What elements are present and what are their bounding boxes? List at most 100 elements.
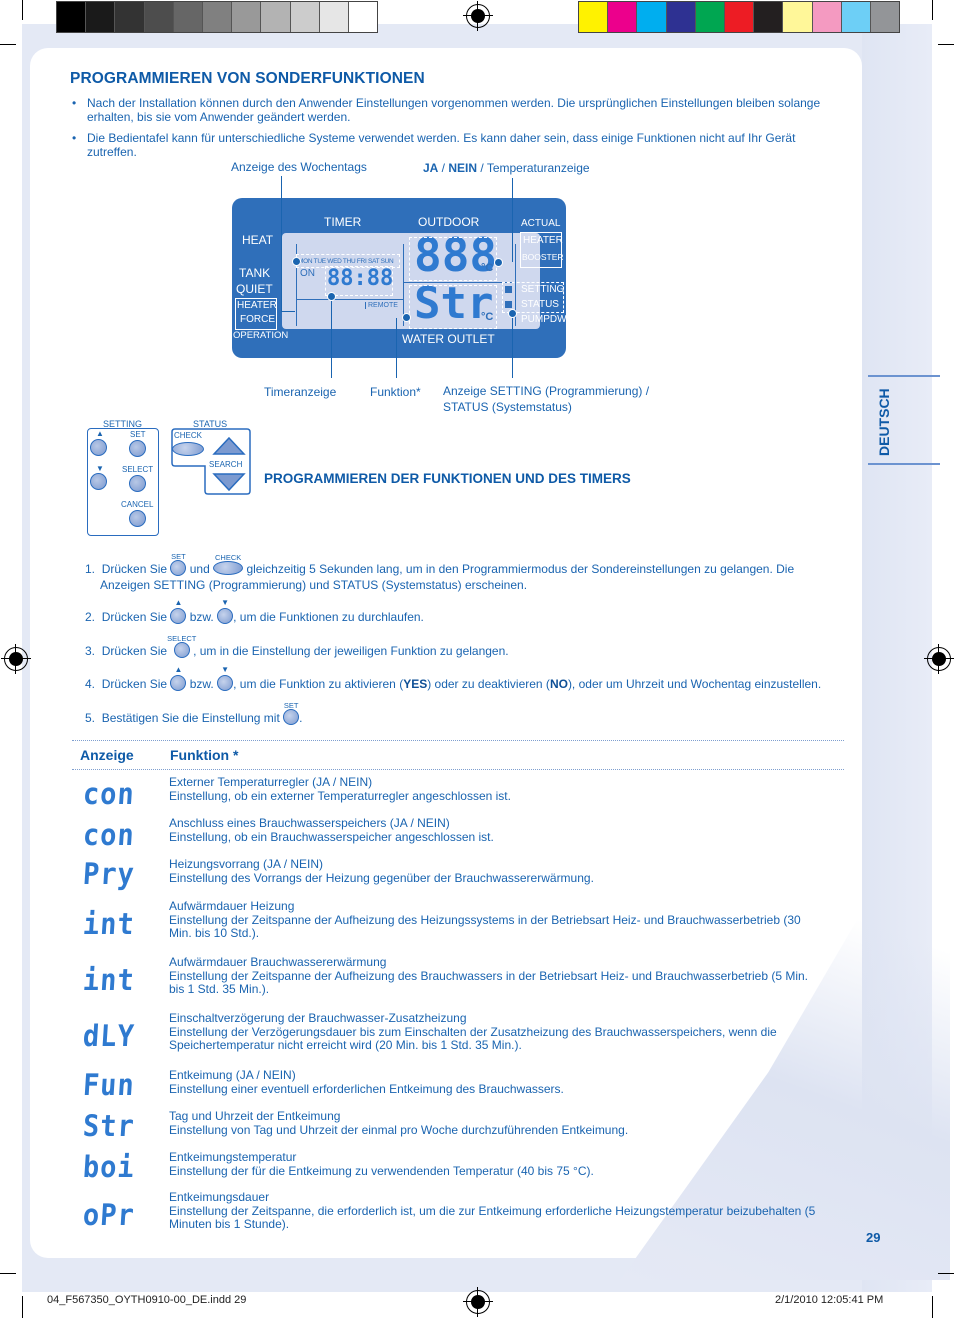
yes-keyword: YES bbox=[403, 677, 428, 691]
page-number: 29 bbox=[866, 1230, 881, 1245]
step-number: 2. bbox=[85, 610, 96, 624]
function-description: Einstellung von Tag und Uhrzeit der einm… bbox=[169, 1123, 629, 1137]
step-text: gleichzeitig 5 Sekunden lang, um in den … bbox=[246, 562, 795, 576]
set-button-icon: SET bbox=[283, 701, 300, 725]
bullet-dot: • bbox=[72, 131, 77, 145]
up-button-icon: ▲ bbox=[170, 666, 187, 691]
set-button[interactable] bbox=[129, 440, 146, 457]
language-tab-label: DEUTSCH bbox=[876, 388, 892, 456]
lcd-code-display: int bbox=[81, 963, 136, 998]
callout-setting-status-1: Anzeige SETTING (Programmierung) / bbox=[443, 384, 650, 398]
step-5: 5. Bestätigen Sie die Einstellung mit SE… bbox=[85, 701, 303, 726]
registration-mark-icon bbox=[924, 644, 954, 674]
step-text: bzw. bbox=[189, 677, 214, 691]
check-button-icon: CHECK bbox=[213, 553, 244, 575]
function-name: Entkeimung (JA / NEIN) bbox=[169, 1068, 296, 1082]
lcd-code-display: con bbox=[81, 777, 136, 812]
lcd-actual-label: ACTUAL bbox=[521, 218, 561, 229]
step-2: 2. Drücken Sie ▲ bzw. ▼, um die Funktion… bbox=[85, 599, 424, 625]
up-button-icon: ▲ bbox=[170, 599, 187, 624]
color-swatch bbox=[86, 2, 116, 32]
step-text: und bbox=[189, 562, 210, 576]
step-text: . bbox=[299, 711, 303, 725]
color-swatch bbox=[290, 2, 320, 32]
lcd-force-label: FORCE bbox=[240, 314, 275, 325]
search-down-button[interactable] bbox=[212, 472, 246, 492]
registration-mark-icon bbox=[1, 644, 31, 674]
down-button-icon: ▼ bbox=[217, 666, 234, 691]
leader-line bbox=[281, 176, 282, 312]
lcd-booster-label: BOOSTER bbox=[522, 252, 564, 262]
color-swatch bbox=[754, 2, 784, 32]
function-description: Einstellung des Vorrangs der Heizung geg… bbox=[169, 871, 594, 885]
function-description: Einstellung, ob ein Brauchwasserspeicher… bbox=[169, 830, 494, 844]
lcd-tank-label: TANK bbox=[239, 266, 271, 280]
step-text: , um die Funktion zu aktivieren ( bbox=[233, 677, 404, 691]
lcd-heater-label: HEATER bbox=[523, 235, 563, 246]
check-label: CHECK bbox=[174, 431, 203, 440]
step-1: 1. Drücken Sie SET und CHECK gleichzeiti… bbox=[85, 552, 795, 577]
footer-filename: 04_F567350_OYTH0910-00_DE.indd 29 bbox=[47, 1294, 247, 1306]
callout-function: Funktion* bbox=[370, 385, 421, 399]
step-text: Drücken Sie bbox=[101, 644, 168, 658]
step-text: bzw. bbox=[189, 610, 214, 624]
function-highlight bbox=[409, 285, 497, 329]
set-label: SET bbox=[130, 430, 146, 439]
crop-mark bbox=[22, 0, 23, 20]
cancel-button[interactable] bbox=[129, 510, 146, 527]
lcd-heat-label: HEAT bbox=[242, 233, 274, 247]
color-swatch bbox=[870, 2, 900, 32]
color-swatch bbox=[173, 2, 203, 32]
color-swatch bbox=[202, 2, 233, 32]
function-name: Einschaltverzögerung der Brauchwasser-Zu… bbox=[169, 1011, 467, 1025]
icon-caption: SET bbox=[283, 701, 299, 710]
callout-timer: Timeranzeige bbox=[264, 385, 337, 399]
column-header-display: Anzeige bbox=[80, 747, 134, 763]
step-number: 5. bbox=[85, 711, 96, 725]
function-description: Einstellung der für die Entkeimung zu ve… bbox=[169, 1164, 594, 1178]
function-name: Aufwärmdauer Brauchwassererwärmung bbox=[169, 955, 387, 969]
timer-highlight bbox=[325, 266, 393, 296]
step-4: 4. Drücken Sie ▲ bzw. ▼, um die Funktion… bbox=[85, 666, 821, 692]
bullet-dot: • bbox=[72, 96, 77, 110]
leader-dot bbox=[402, 313, 411, 322]
lcd-grid-line bbox=[296, 299, 403, 300]
column-header-function: Funktion * bbox=[170, 747, 239, 763]
step-number: 4. bbox=[85, 677, 96, 691]
select-label: SELECT bbox=[122, 465, 154, 474]
color-swatch bbox=[579, 2, 609, 32]
down-button-icon: ▼ bbox=[217, 599, 234, 624]
icon-caption: CHECK bbox=[214, 553, 242, 562]
lcd-code-display: dLY bbox=[81, 1019, 136, 1054]
callout-yes-no-temperature: JA / NEIN / Temperaturanzeige bbox=[423, 161, 590, 175]
step-number: 1. bbox=[85, 562, 96, 576]
color-swatch bbox=[637, 2, 667, 32]
lcd-on-label: ON bbox=[300, 268, 315, 279]
color-swatch bbox=[841, 2, 871, 32]
lcd-quiet-label: QUIET bbox=[236, 282, 273, 296]
lcd-outdoor-label: OUTDOOR bbox=[418, 215, 480, 229]
crop-mark bbox=[22, 1296, 23, 1318]
color-swatch bbox=[115, 2, 145, 32]
leader-line bbox=[281, 311, 295, 312]
up-marker-icon: ▲ bbox=[96, 429, 104, 438]
color-swatch bbox=[57, 2, 87, 32]
color-swatch bbox=[812, 2, 842, 32]
color-swatch bbox=[348, 2, 378, 32]
leader-line bbox=[331, 296, 332, 378]
bullet-text: Nach der Installation können durch den A… bbox=[87, 96, 821, 124]
up-button[interactable] bbox=[90, 439, 107, 456]
leader-dot bbox=[494, 258, 503, 267]
down-button[interactable] bbox=[90, 473, 107, 490]
step-number: 3. bbox=[85, 644, 96, 658]
callout-nein: NEIN bbox=[448, 161, 478, 175]
select-button[interactable] bbox=[129, 475, 146, 492]
cancel-label: CANCEL bbox=[121, 500, 154, 509]
set-button-icon: SET bbox=[170, 552, 187, 576]
search-up-button[interactable] bbox=[212, 436, 246, 456]
registration-mark-icon bbox=[463, 1, 493, 31]
crop-mark bbox=[938, 44, 954, 45]
function-description: Einstellung einer eventuell erforderlich… bbox=[169, 1082, 564, 1096]
step-text: Drücken Sie bbox=[101, 562, 168, 576]
check-button[interactable] bbox=[172, 442, 204, 456]
